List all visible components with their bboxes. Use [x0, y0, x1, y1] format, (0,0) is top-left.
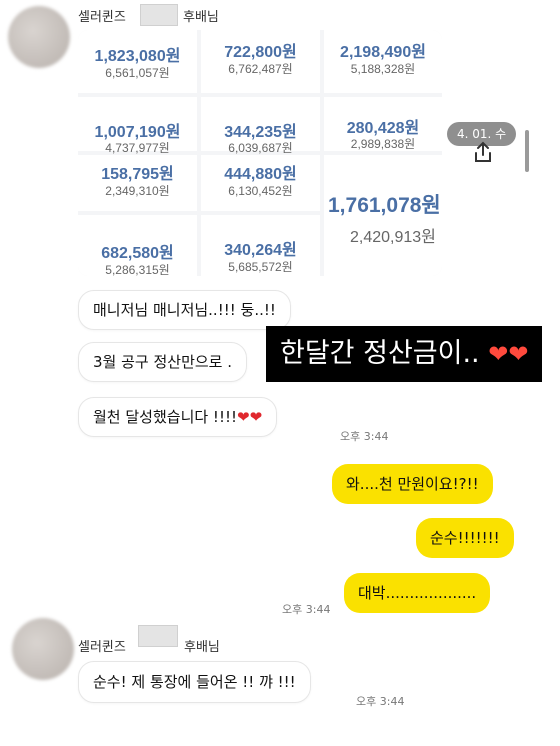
sales-screenshot-image[interactable]: 1,823,080원 6,561,057원 722,800원 6,762,487…: [78, 30, 442, 276]
message-text: 와....천 만원이요!?!!: [346, 475, 479, 493]
sales-amount: 1,761,078원: [328, 194, 441, 217]
sender-name-top: 셀러퀸즈: [78, 6, 126, 25]
avatar-bottom[interactable]: [12, 618, 74, 680]
sales-cell: 2,198,490원 5,188,328원: [324, 30, 442, 93]
video-caption: 한달간 정산금이.. ❤❤: [266, 326, 543, 382]
sales-amount: 158,795원: [101, 166, 174, 183]
caption-text: 한달간 정산금이..: [280, 338, 480, 369]
sales-cell: 340,264원 5,685,572원: [201, 215, 320, 276]
sales-sub-amount: 6,561,057원: [105, 66, 170, 80]
message-bubble-in[interactable]: 순수! 제 통장에 들어온 !! 꺄 !!!: [78, 661, 311, 703]
sales-cell: 682,580원 5,286,315원: [78, 215, 197, 276]
sales-cell: 344,235원 6,039,687원: [201, 97, 320, 155]
sender-suffix-bottom: 후배님: [184, 640, 220, 655]
message-bubble-out[interactable]: 순수!!!!!!!: [416, 518, 514, 558]
message-bubble-in[interactable]: 월천 달성했습니다 !!!!❤❤: [78, 397, 278, 437]
message-text: 3월 공구 정산만으로 .: [93, 353, 233, 371]
sales-sub-amount: 5,286,315원: [105, 263, 170, 276]
message-text: 매니저님 매니저님..!!! 둥..!!: [93, 301, 276, 319]
message-text: 순수! 제 통장에 들어온 !! 꺄 !!!: [93, 673, 296, 691]
share-upload-icon[interactable]: [470, 140, 496, 166]
sales-cell: 444,880원 6,130,452원: [201, 155, 320, 211]
sales-sub-amount: 6,762,487원: [228, 62, 293, 76]
sales-sub-amount: 5,685,572원: [228, 260, 293, 274]
message-bubble-in[interactable]: 매니저님 매니저님..!!! 둥..!!: [78, 290, 291, 330]
sales-amount: 682,580원: [101, 245, 174, 262]
sales-sub-amount: 4,737,977원: [105, 141, 170, 155]
sender-suffix-top: 후배님: [183, 10, 219, 25]
sales-amount: 1,823,080원: [94, 48, 181, 65]
sales-amount: 722,800원: [224, 44, 297, 61]
sales-sub-amount: 6,039,687원: [228, 141, 293, 155]
timestamp: 오후 3:44: [340, 430, 389, 443]
timestamp: 오후 3:44: [356, 695, 405, 708]
heart-on-fire-icon: ❤❤: [488, 340, 529, 368]
scrollbar-thumb[interactable]: [525, 130, 529, 172]
sales-amount: 444,880원: [224, 166, 297, 183]
blurred-name-bottom: [138, 625, 178, 647]
message-text: 월천 달성했습니다 !!!!: [93, 408, 237, 426]
blurred-name-top: [140, 4, 178, 26]
timestamp: 오후 3:44: [282, 603, 331, 616]
message-text: 대박...................: [358, 584, 477, 602]
sales-amount: 2,198,490원: [340, 44, 426, 61]
sales-cell: 1,007,190원 4,737,977원: [78, 97, 197, 155]
red-heart-icon: ❤❤: [237, 408, 263, 426]
sales-cell: 280,428원 2,989,838원: [324, 97, 442, 151]
sales-cell-large: 1,761,078원 2,420,913원: [324, 155, 442, 276]
sales-sub-amount: 2,989,838원: [350, 137, 416, 151]
message-bubble-out[interactable]: 와....천 만원이요!?!!: [332, 464, 493, 504]
sender-name-bottom: 셀러퀸즈: [78, 636, 126, 655]
sales-cell: 1,823,080원 6,561,057원: [78, 30, 197, 93]
sender-name: 셀러퀸즈: [78, 640, 126, 655]
message-text: 순수!!!!!!!: [430, 529, 500, 547]
sales-amount: 340,264원: [224, 242, 297, 259]
avatar-top[interactable]: [8, 6, 70, 68]
sales-sub-amount: 2,420,913원: [350, 229, 436, 246]
sales-cell: 722,800원 6,762,487원: [201, 30, 320, 93]
sales-sub-amount: 6,130,452원: [228, 184, 293, 198]
message-bubble-out[interactable]: 대박...................: [344, 573, 491, 613]
sales-sub-amount: 2,349,310원: [105, 184, 170, 198]
sales-cell: 158,795원 2,349,310원: [78, 155, 197, 211]
sales-sub-amount: 5,188,328원: [350, 62, 416, 76]
sender-name: 셀러퀸즈: [78, 10, 126, 25]
message-bubble-in[interactable]: 3월 공구 정산만으로 .: [78, 342, 248, 382]
